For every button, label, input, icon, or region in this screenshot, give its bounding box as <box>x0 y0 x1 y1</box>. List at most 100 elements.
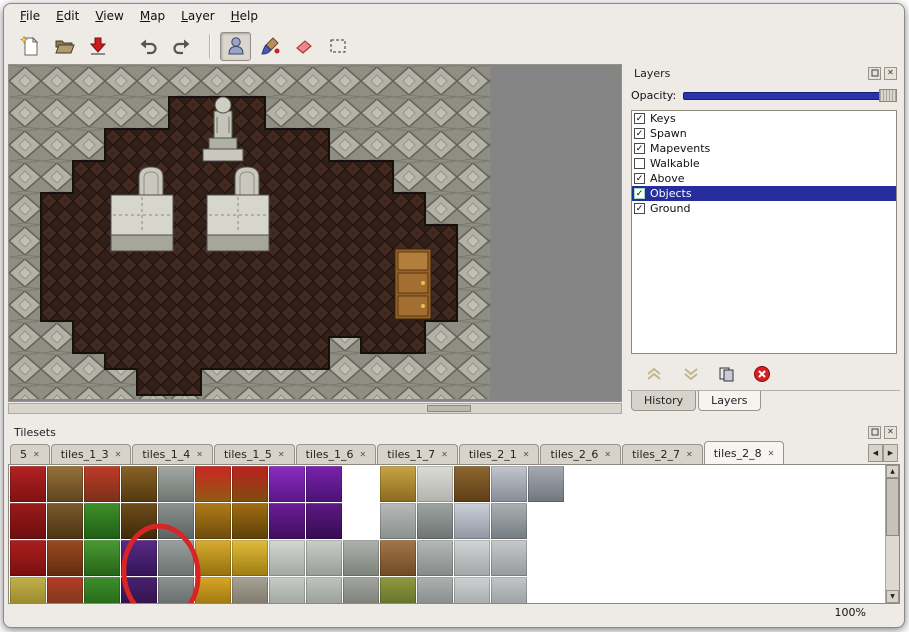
dock-tab-layers[interactable]: Layers <box>698 391 760 411</box>
tileset-tile[interactable] <box>195 503 231 539</box>
tombstone-object[interactable] <box>139 167 163 196</box>
tileset-tile[interactable] <box>232 540 268 576</box>
tileset-tab-tiles_1_3[interactable]: tiles_1_3✕ <box>51 444 132 464</box>
tileset-tile[interactable] <box>417 466 453 502</box>
tileset-vertical-scrollbar[interactable]: ▲ ▼ <box>885 465 899 603</box>
layer-row-keys[interactable]: ✓Keys <box>632 111 896 126</box>
opacity-handle[interactable] <box>879 89 897 102</box>
tileset-tile[interactable] <box>417 540 453 576</box>
redo-tool-button[interactable] <box>166 32 197 61</box>
tileset-tile[interactable] <box>380 503 416 539</box>
tileset-tile[interactable] <box>306 540 342 576</box>
stamp-tool-button[interactable] <box>220 32 251 61</box>
tab-close-icon[interactable]: ✕ <box>196 450 203 459</box>
tileset-tab-tiles_1_4[interactable]: tiles_1_4✕ <box>132 444 213 464</box>
tileset-tile[interactable] <box>195 577 231 604</box>
tab-close-icon[interactable]: ✕ <box>360 450 367 459</box>
layer-visibility-checkbox[interactable]: ✓ <box>634 128 645 139</box>
layer-duplicate-button[interactable] <box>718 366 736 382</box>
tileset-tile[interactable] <box>232 503 268 539</box>
tab-close-icon[interactable]: ✕ <box>278 450 285 459</box>
tileset-tab-tiles_1_6[interactable]: tiles_1_6✕ <box>296 444 377 464</box>
scroll-up-icon[interactable]: ▲ <box>886 465 899 478</box>
tileset-tile[interactable] <box>10 540 46 576</box>
tileset-tile[interactable] <box>343 577 379 604</box>
tileset-tile[interactable] <box>343 540 379 576</box>
map-hscroll-thumb[interactable] <box>427 405 471 412</box>
tileset-tile[interactable] <box>84 466 120 502</box>
layer-visibility-checkbox[interactable]: ✓ <box>634 188 645 199</box>
tileset-tile[interactable] <box>491 466 527 502</box>
tileset-tile[interactable] <box>491 503 527 539</box>
tab-close-icon[interactable]: ✕ <box>441 450 448 459</box>
layer-row-above[interactable]: ✓Above <box>632 171 896 186</box>
tab-close-icon[interactable]: ✕ <box>686 450 693 459</box>
float-panel-icon[interactable] <box>868 67 881 80</box>
layer-row-objects[interactable]: ✓Objects <box>632 186 896 201</box>
tileset-tab-tiles_2_1[interactable]: tiles_2_1✕ <box>459 444 540 464</box>
open-tool-button[interactable] <box>48 32 79 61</box>
tab-scroll-left-icon[interactable]: ◀ <box>868 444 883 462</box>
tileset-tile[interactable] <box>528 466 564 502</box>
tileset-tab-tiles_2_8[interactable]: tiles_2_8✕ <box>704 441 785 464</box>
dock-tab-history[interactable]: History <box>631 391 696 411</box>
tileset-tile[interactable] <box>380 466 416 502</box>
layer-row-mapevents[interactable]: ✓Mapevents <box>632 141 896 156</box>
menu-view[interactable]: View <box>87 6 131 26</box>
opacity-slider[interactable] <box>683 88 897 103</box>
opacity-track[interactable] <box>683 92 895 100</box>
map-canvas[interactable] <box>9 65 490 399</box>
map-viewport[interactable] <box>8 64 622 402</box>
tileset-tile[interactable] <box>417 577 453 604</box>
tileset-tile[interactable] <box>158 540 194 576</box>
map-horizontal-scrollbar[interactable] <box>8 403 622 414</box>
tileset-tile[interactable] <box>121 577 157 604</box>
altar-object[interactable] <box>207 195 269 251</box>
tileset-tile[interactable] <box>47 540 83 576</box>
cabinet-object[interactable] <box>395 249 431 319</box>
tileset-tab-5[interactable]: 5✕ <box>10 444 50 464</box>
tileset-tile[interactable] <box>10 466 46 502</box>
tileset-tile[interactable] <box>454 503 490 539</box>
save-tool-button[interactable] <box>82 32 113 61</box>
tileset-tile[interactable] <box>491 577 527 604</box>
tileset-tile[interactable] <box>121 540 157 576</box>
layer-move-up-button[interactable] <box>644 366 664 382</box>
layer-row-ground[interactable]: ✓Ground <box>632 201 896 216</box>
tileset-tile[interactable] <box>454 466 490 502</box>
scroll-down-icon[interactable]: ▼ <box>886 590 899 603</box>
close-panel-icon[interactable]: ✕ <box>884 426 897 439</box>
tileset-tile[interactable] <box>454 540 490 576</box>
tileset-tile[interactable] <box>47 466 83 502</box>
tileset-tile[interactable] <box>158 577 194 604</box>
tileset-tile[interactable] <box>380 577 416 604</box>
tileset-tile[interactable] <box>454 577 490 604</box>
tileset-tile[interactable] <box>195 540 231 576</box>
tileset-content[interactable]: ▲ ▼ <box>8 464 900 604</box>
tileset-tab-tiles_2_6[interactable]: tiles_2_6✕ <box>540 444 621 464</box>
tileset-tile[interactable] <box>121 466 157 502</box>
tileset-tile[interactable] <box>232 577 268 604</box>
tileset-tile[interactable] <box>491 540 527 576</box>
tab-scroll-right-icon[interactable]: ▶ <box>883 444 898 462</box>
layer-row-walkable[interactable]: Walkable <box>632 156 896 171</box>
layer-visibility-checkbox[interactable] <box>634 158 645 169</box>
tileset-tile[interactable] <box>306 577 342 604</box>
tileset-tab-tiles_2_7[interactable]: tiles_2_7✕ <box>622 444 703 464</box>
paint-tool-button[interactable] <box>254 32 285 61</box>
tileset-tile[interactable] <box>195 466 231 502</box>
tileset-tile[interactable] <box>10 577 46 604</box>
tileset-tile[interactable] <box>158 503 194 539</box>
menu-edit[interactable]: Edit <box>48 6 87 26</box>
menu-file[interactable]: File <box>12 6 48 26</box>
eraser-tool-button[interactable] <box>288 32 319 61</box>
float-panel-icon[interactable] <box>868 426 881 439</box>
tileset-tile[interactable] <box>306 503 342 539</box>
menu-map[interactable]: Map <box>132 6 173 26</box>
tileset-tab-tiles_1_5[interactable]: tiles_1_5✕ <box>214 444 295 464</box>
tileset-tab-tiles_1_7[interactable]: tiles_1_7✕ <box>377 444 458 464</box>
tileset-tile[interactable] <box>10 503 46 539</box>
tileset-tile[interactable] <box>84 503 120 539</box>
tab-close-icon[interactable]: ✕ <box>604 450 611 459</box>
tombstone-object[interactable] <box>235 167 259 196</box>
